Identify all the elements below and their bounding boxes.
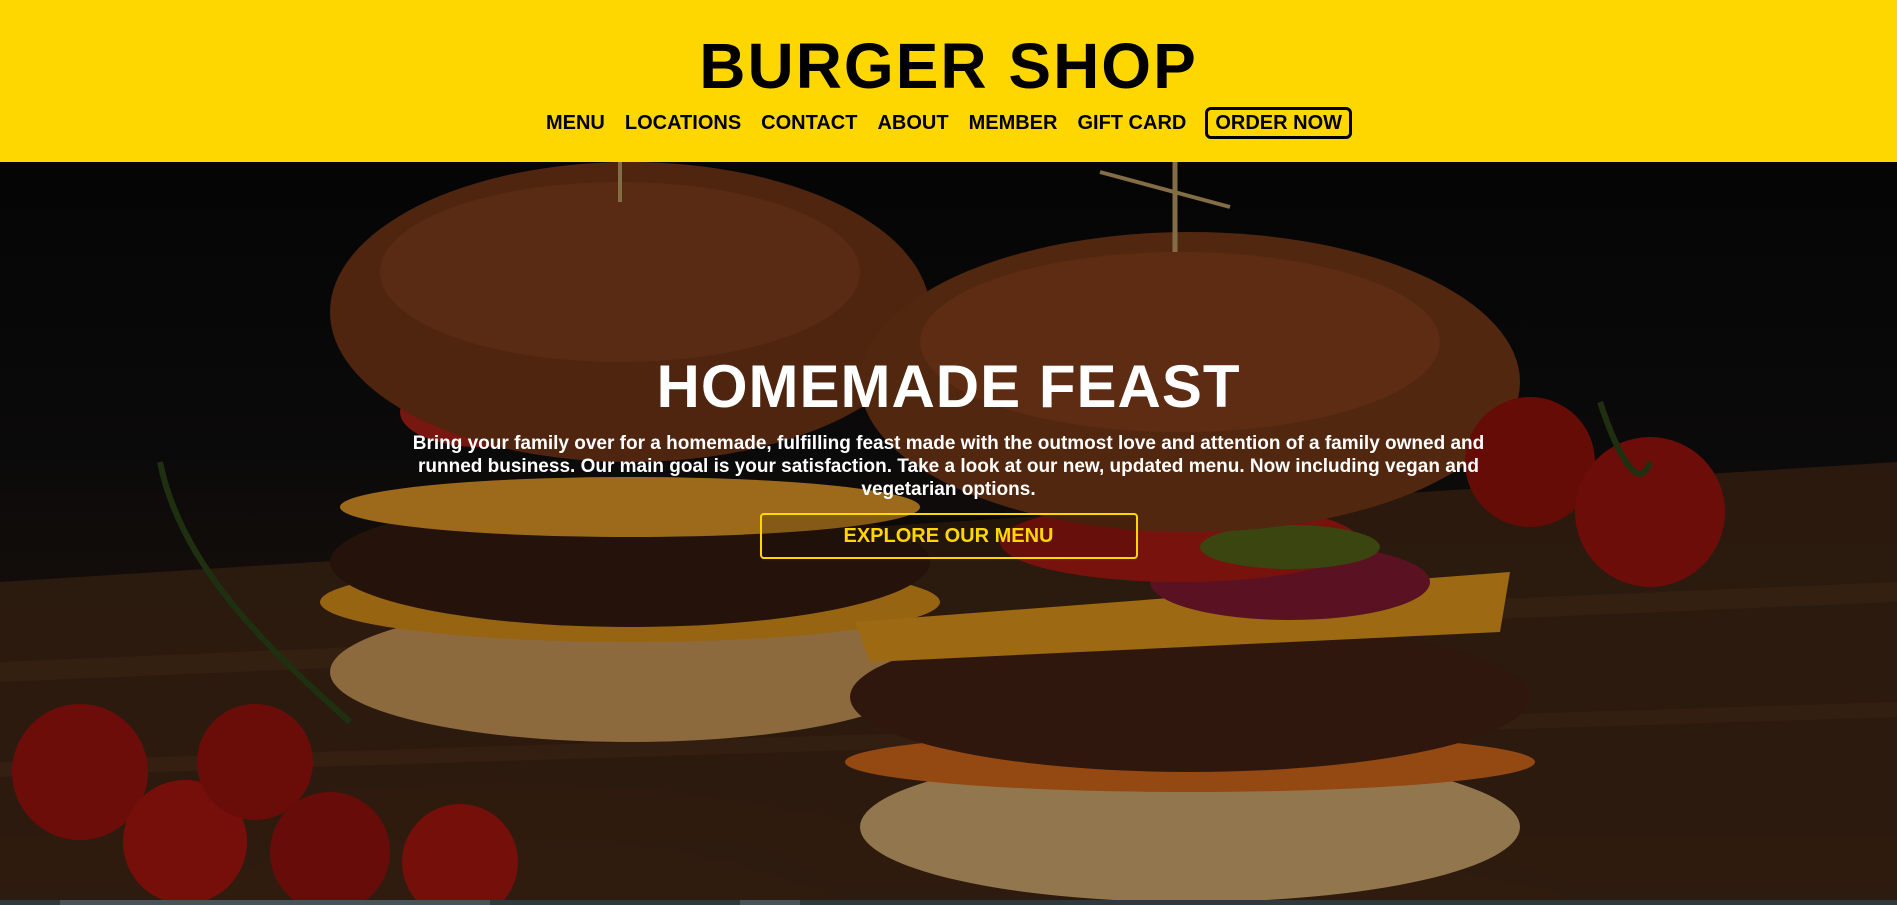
site-title: BURGER SHOP xyxy=(699,30,1198,102)
nav-menu[interactable]: MENU xyxy=(545,109,606,137)
nav-contact[interactable]: CONTACT xyxy=(760,109,858,137)
scrollbar-segment xyxy=(60,900,490,905)
hero-section: HOMEMADE FEAST Bring your family over fo… xyxy=(0,162,1897,900)
nav-member[interactable]: MEMBER xyxy=(968,109,1059,137)
main-nav: MENU LOCATIONS CONTACT ABOUT MEMBER GIFT… xyxy=(0,107,1897,139)
nav-locations[interactable]: LOCATIONS xyxy=(624,109,742,137)
scrollbar-thumb[interactable] xyxy=(740,900,800,905)
hero-content: HOMEMADE FEAST Bring your family over fo… xyxy=(0,352,1897,559)
horizontal-scrollbar[interactable] xyxy=(0,900,1897,905)
hero-description: Bring your family over for a homemade, f… xyxy=(412,433,1485,500)
hero-title: HOMEMADE FEAST xyxy=(656,353,1241,420)
order-now-button[interactable]: ORDER NOW xyxy=(1205,107,1353,139)
site-header: BURGER SHOP MENU LOCATIONS CONTACT ABOUT… xyxy=(0,0,1897,162)
explore-menu-button[interactable]: EXPLORE OUR MENU xyxy=(759,513,1138,559)
nav-gift-card[interactable]: GIFT CARD xyxy=(1076,109,1187,137)
nav-about[interactable]: ABOUT xyxy=(876,109,949,137)
